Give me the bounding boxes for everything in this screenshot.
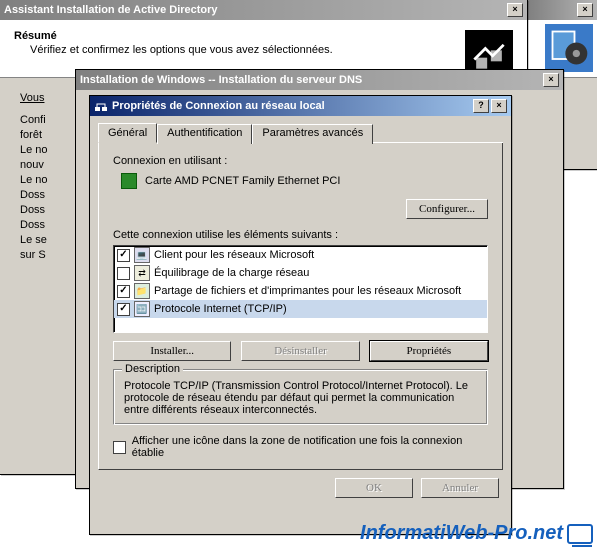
- ad-title: Assistant Installation de Active Directo…: [4, 4, 218, 16]
- ad-banner-title: Résumé: [14, 30, 57, 42]
- bg-titlebar: ×: [528, 0, 597, 20]
- nlb-icon: ⇄: [134, 265, 150, 281]
- list-item[interactable]: ⇄ Équilibrage de la charge réseau: [114, 264, 487, 282]
- tab-advanced[interactable]: Paramètres avancés: [252, 124, 373, 144]
- install-button[interactable]: Installer...: [113, 341, 231, 361]
- tab-auth[interactable]: Authentification: [157, 124, 252, 144]
- checkbox[interactable]: [117, 285, 130, 298]
- cd-shield-icon: [545, 24, 593, 72]
- tab-general[interactable]: Général: [98, 123, 157, 143]
- components-listbox[interactable]: 💻 Client pour les réseaux Microsoft ⇄ Éq…: [113, 245, 488, 333]
- adapter-row: Carte AMD PCNET Family Ethernet PCI: [121, 173, 488, 189]
- list-item[interactable]: 🈁 Protocole Internet (TCP/IP): [114, 300, 487, 318]
- description-text: Protocole TCP/IP (Transmission Control P…: [124, 380, 477, 416]
- configure-button[interactable]: Configurer...: [406, 199, 488, 219]
- ad-titlebar: Assistant Installation de Active Directo…: [0, 0, 527, 20]
- nic-icon: [121, 173, 137, 189]
- ad-banner-subtitle: Vérifiez et confirmez les options que vo…: [30, 44, 333, 56]
- list-item-label: Client pour les réseaux Microsoft: [154, 249, 314, 261]
- list-item[interactable]: 💻 Client pour les réseaux Microsoft: [114, 246, 487, 264]
- close-icon[interactable]: ×: [577, 3, 593, 17]
- help-button[interactable]: ?: [473, 99, 489, 113]
- adapter-name: Carte AMD PCNET Family Ethernet PCI: [145, 175, 340, 187]
- checkbox[interactable]: [117, 267, 130, 280]
- tab-strip: Général Authentification Paramètres avan…: [98, 122, 503, 143]
- list-item[interactable]: 📁 Partage de fichiers et d'imprimantes p…: [114, 282, 487, 300]
- dns-title: Installation de Windows -- Installation …: [80, 74, 362, 86]
- network-icon: [94, 99, 108, 113]
- list-item-label: Équilibrage de la charge réseau: [154, 267, 309, 279]
- lan-properties-dialog: Propriétés de Connexion au réseau local …: [89, 95, 512, 535]
- tab-panel-general: Connexion en utilisant : Carte AMD PCNET…: [98, 142, 503, 470]
- uses-label: Cette connexion utilise les éléments sui…: [113, 229, 488, 241]
- tray-icon-label: Afficher une icône dans la zone de notif…: [132, 435, 488, 459]
- close-icon[interactable]: ×: [543, 73, 559, 87]
- checkbox[interactable]: [113, 441, 126, 454]
- list-item-label: Protocole Internet (TCP/IP): [154, 303, 287, 315]
- share-icon: 📁: [134, 283, 150, 299]
- prop-title: Propriétés de Connexion au réseau local: [112, 100, 325, 112]
- checkbox[interactable]: [117, 303, 130, 316]
- checkbox[interactable]: [117, 249, 130, 262]
- laptop-icon: [567, 524, 593, 544]
- uninstall-button: Désinstaller: [241, 341, 359, 361]
- client-icon: 💻: [134, 247, 150, 263]
- properties-button[interactable]: Propriétés: [370, 341, 488, 361]
- close-icon[interactable]: ×: [507, 3, 523, 17]
- tray-icon-row[interactable]: Afficher une icône dans la zone de notif…: [113, 435, 488, 459]
- conn-using-label: Connexion en utilisant :: [113, 155, 488, 167]
- list-item-label: Partage de fichiers et d'imprimantes pou…: [154, 285, 461, 297]
- close-icon[interactable]: ×: [491, 99, 507, 113]
- ok-button: OK: [335, 478, 413, 498]
- cancel-button: Annuler: [421, 478, 499, 498]
- description-legend: Description: [122, 363, 183, 375]
- prop-titlebar[interactable]: Propriétés de Connexion au réseau local …: [90, 96, 511, 116]
- tcpip-icon: 🈁: [134, 301, 150, 317]
- watermark-text: InformatiWeb-Pro.net: [360, 522, 563, 545]
- watermark: InformatiWeb-Pro.net: [360, 522, 593, 545]
- description-group: Description Protocole TCP/IP (Transmissi…: [113, 369, 488, 425]
- dns-titlebar: Installation de Windows -- Installation …: [76, 70, 563, 90]
